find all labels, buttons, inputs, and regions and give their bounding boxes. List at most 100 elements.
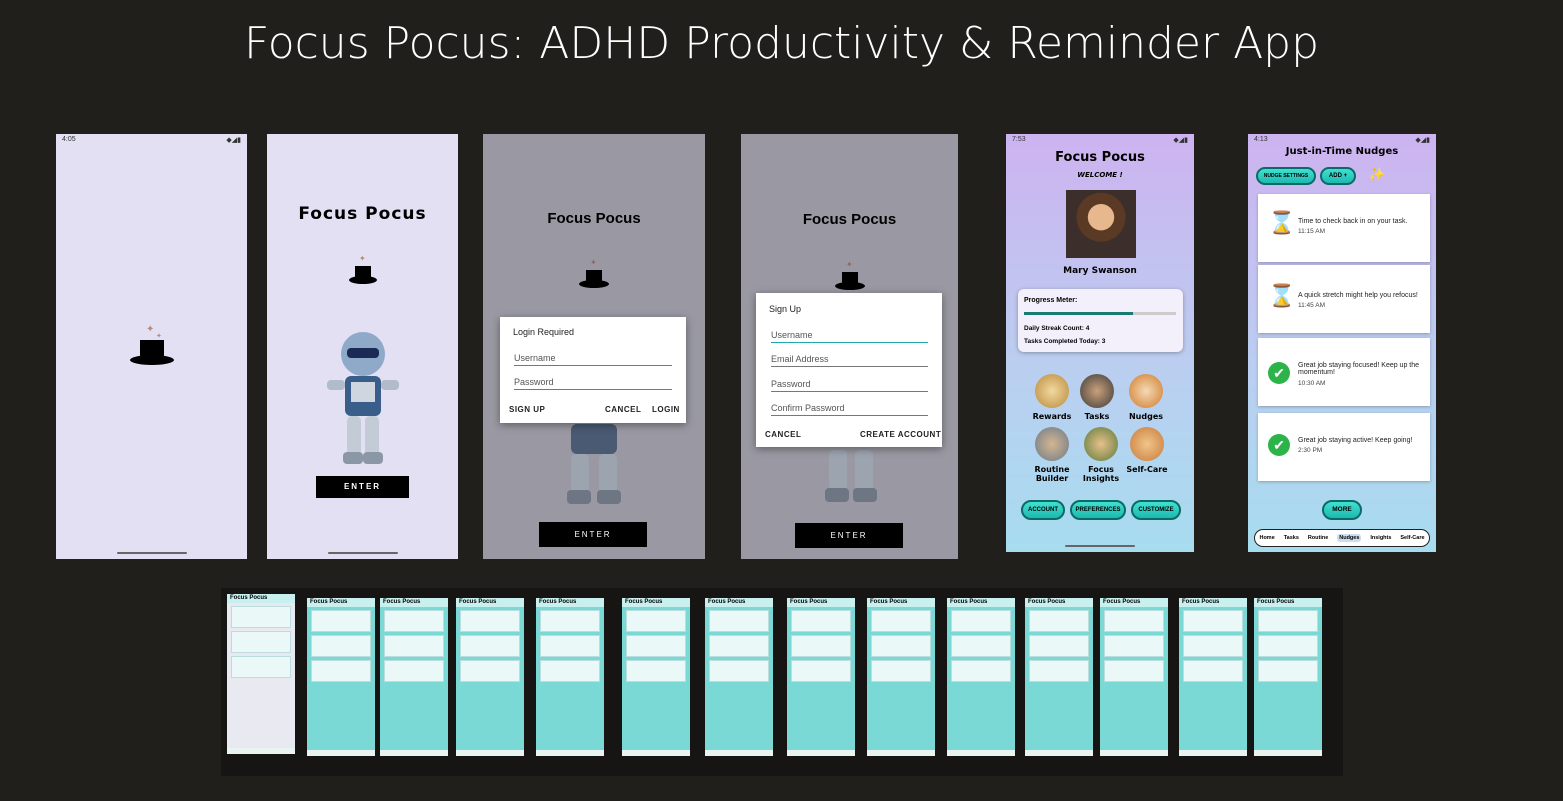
page-title: Focus Pocus: ADHD Productivity & Reminde… (243, 18, 1320, 69)
thumbnail-block (1183, 660, 1243, 682)
detective-icon (1080, 374, 1114, 408)
thumbnail-nav (1100, 750, 1168, 756)
thumbnail-block (1104, 610, 1164, 632)
thumbnail-block (626, 660, 686, 682)
add-nudge-button[interactable]: ADD + (1320, 167, 1356, 185)
thumbnail-title: Focus Pocus (947, 598, 1015, 607)
thumbnail-block (871, 635, 931, 657)
thumbnail-block (709, 660, 769, 682)
thumbnail-block (871, 660, 931, 682)
cancel-button[interactable]: CANCEL (765, 430, 801, 439)
nudge-message: Great job staying active! Keep going! (1298, 437, 1413, 444)
routine-builder-tile[interactable]: Routine Builder (1024, 427, 1080, 483)
thumbnail-title: Focus Pocus (705, 598, 773, 607)
feature-label: Self-Care (1126, 465, 1168, 474)
thumbnail-block (231, 606, 291, 628)
thumbnail-block (951, 660, 1011, 682)
thumbnail-title: Focus Pocus (1100, 598, 1168, 607)
thumbnail-title: Focus Pocus (380, 598, 448, 607)
nav-home[interactable]: Home (1259, 535, 1274, 541)
robot-mascot-image (327, 332, 399, 464)
thumbnail-nav (867, 750, 935, 756)
feature-label: Routine Builder (1034, 465, 1070, 483)
welcome-text: WELCOME ! (1077, 171, 1123, 179)
app-title: Focus Pocus (298, 204, 427, 224)
nav-tasks[interactable]: Tasks (1284, 535, 1299, 541)
nudge-card[interactable]: ⌛ Time to check back in on your task. 11… (1258, 194, 1430, 262)
signup-screen: Focus Pocus ✦ Sign Up Username Email Add… (741, 134, 958, 559)
nudge-card[interactable]: ✔ Great job staying active! Keep going! … (1258, 413, 1430, 481)
thumbnail-block (1258, 635, 1318, 657)
app-title: Focus Pocus (1055, 150, 1145, 165)
confirm-password-field[interactable]: Confirm Password (771, 403, 928, 416)
thumbnail-block (384, 660, 444, 682)
customize-button[interactable]: CUSTOMIZE (1131, 500, 1181, 520)
password-field[interactable]: Password (514, 377, 672, 390)
thumbnail-block (1183, 610, 1243, 632)
login-button[interactable]: LOGIN (652, 405, 680, 414)
thumbnail-title: Focus Pocus (227, 594, 295, 603)
scientist-icon (1084, 427, 1118, 461)
status-icons: ◆◢▮ (226, 137, 241, 144)
nudge-card[interactable]: ⌛ A quick stretch might help you refocus… (1258, 265, 1430, 333)
cancel-button[interactable]: CANCEL (605, 405, 641, 414)
svg-text:✦: ✦ (846, 260, 853, 269)
nav-insights[interactable]: Insights (1370, 535, 1391, 541)
username-field[interactable]: Username (771, 330, 928, 343)
status-icons: ◆◢▮ (1415, 137, 1430, 144)
screen-thumbnail: Focus Pocus (787, 598, 855, 756)
feature-label: Nudges (1128, 412, 1164, 421)
thumbnail-title: Focus Pocus (536, 598, 604, 607)
avatar (1066, 190, 1136, 258)
app-title: Focus Pocus (547, 210, 641, 227)
thumbnail-block (540, 610, 600, 632)
signup-button[interactable]: SIGN UP (509, 405, 545, 414)
magic-hat-icon: ✦ (349, 254, 377, 284)
account-button[interactable]: ACCOUNT (1021, 500, 1065, 520)
thumbnail-block (626, 635, 686, 657)
login-dialog: Login Required Username Password SIGN UP… (500, 317, 686, 423)
tasks-tile[interactable]: Tasks (1069, 374, 1125, 421)
magic-hat-icon: ✦ (835, 260, 865, 290)
thumbnail-block (311, 660, 371, 682)
svg-text:✦: ✦ (146, 324, 154, 335)
nudge-settings-button[interactable]: NUDGE SETTINGS (1256, 167, 1316, 185)
screen-thumbnail: Focus Pocus (622, 598, 690, 756)
home-indicator (327, 552, 398, 554)
screen-thumbnail: Focus Pocus (307, 598, 375, 756)
more-button[interactable]: MORE (1322, 500, 1362, 520)
check-icon: ✔ (1268, 434, 1290, 456)
nav-nudges[interactable]: Nudges (1337, 534, 1362, 542)
nudge-message: A quick stretch might help you refocus! (1298, 292, 1418, 299)
enter-button[interactable]: ENTER (795, 523, 903, 548)
dialog-title: Sign Up (769, 304, 802, 314)
thumbnail-block (791, 635, 851, 657)
nudge-card[interactable]: ✔ Great job staying focused! Keep up the… (1258, 338, 1430, 406)
status-icons: ◆◢▮ (1173, 137, 1188, 144)
thumbnail-title: Focus Pocus (1179, 598, 1247, 607)
enter-button[interactable]: ENTER (539, 522, 647, 547)
email-field[interactable]: Email Address (771, 354, 928, 367)
self-care-tile[interactable]: Self-Care (1119, 427, 1175, 474)
progress-fill (1024, 312, 1134, 315)
thumbnail-block (460, 610, 520, 632)
nudge-time: 11:15 AM (1298, 228, 1325, 235)
thumbnail-nav (1254, 750, 1322, 756)
password-field[interactable]: Password (771, 379, 928, 392)
thumbnail-block (540, 635, 600, 657)
preferences-button[interactable]: PREFERENCES (1070, 500, 1126, 520)
nudge-time: 11:45 AM (1298, 302, 1325, 309)
create-account-button[interactable]: CREATE ACCOUNT (860, 430, 941, 439)
thumbnail-block (460, 635, 520, 657)
progress-label: Progress Meter: (1024, 297, 1078, 304)
enter-button[interactable]: ENTER (316, 476, 409, 498)
thumbnail-nav (307, 750, 375, 756)
nav-routine[interactable]: Routine (1308, 535, 1328, 541)
nudges-tile[interactable]: Nudges (1118, 374, 1174, 421)
dashboard-screen: 7:53 ◆◢▮ Focus Pocus WELCOME ! Mary Swan… (1006, 134, 1194, 552)
app-title: Focus Pocus (802, 211, 897, 228)
username-field[interactable]: Username (514, 353, 672, 366)
thumbnail-title: Focus Pocus (1025, 598, 1093, 607)
thumbnail-block (709, 635, 769, 657)
nav-self-care[interactable]: Self-Care (1400, 535, 1424, 541)
